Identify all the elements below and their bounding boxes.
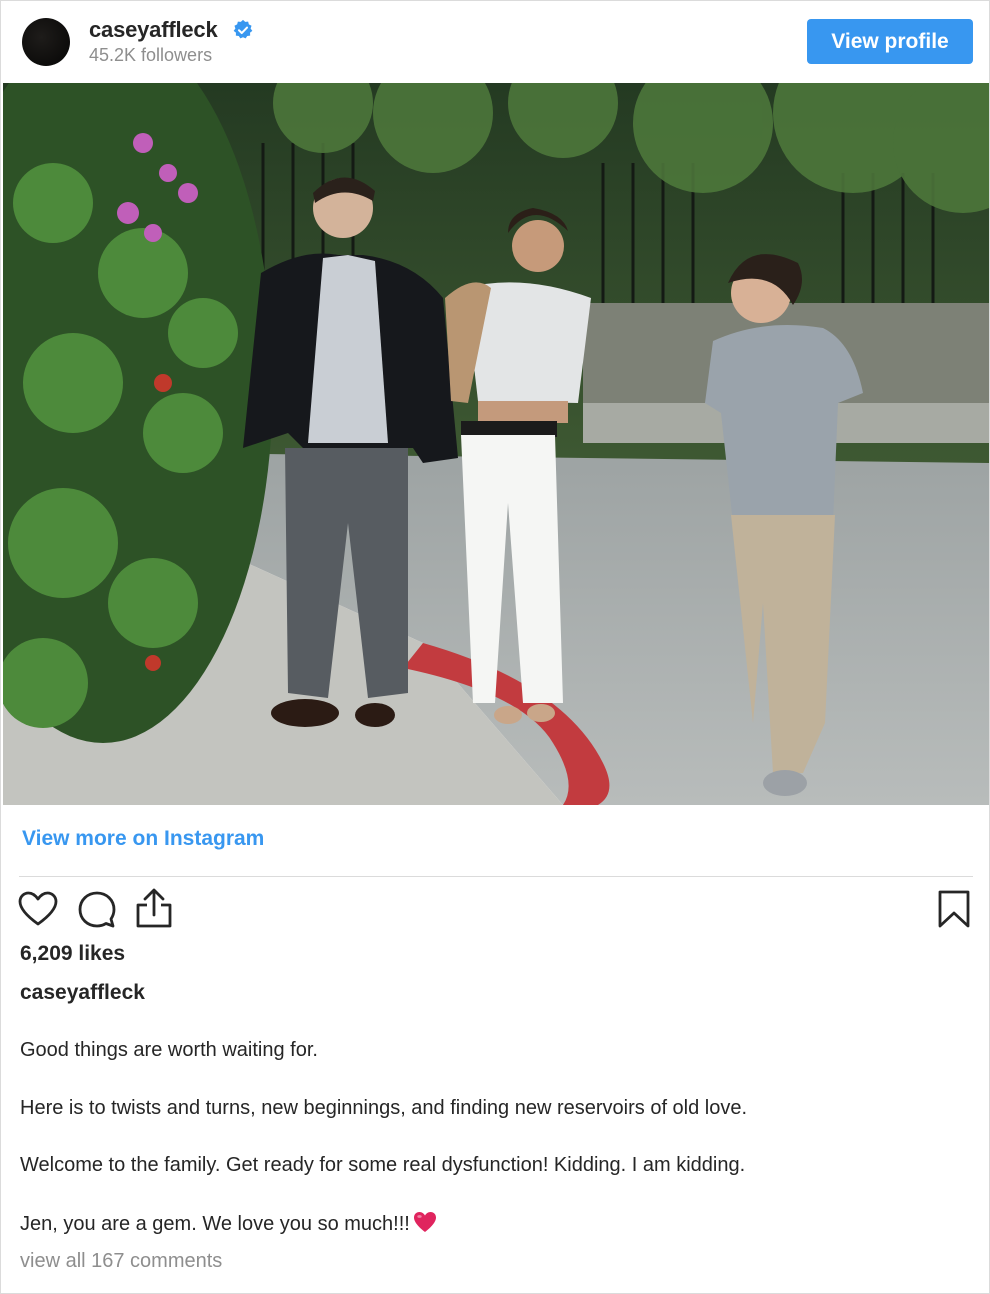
like-count[interactable]: 6,209 likes <box>20 942 125 966</box>
header-username[interactable]: caseyaffleck <box>89 17 218 43</box>
instagram-embed-card: caseyaffleck 45.2K followers View profil… <box>0 0 990 1294</box>
post-photo[interactable] <box>3 83 989 805</box>
share-icon[interactable] <box>135 887 173 929</box>
view-all-comments-link[interactable]: view all 167 comments <box>20 1250 222 1273</box>
bookmark-icon[interactable] <box>937 889 971 929</box>
follower-count: 45.2K followers <box>89 45 213 65</box>
caption-line-2: Here is to twists and turns, new beginni… <box>20 1097 748 1119</box>
caption-line-1: Good things are worth waiting for. <box>20 1039 318 1061</box>
divider <box>19 876 973 877</box>
red-heart-emoji-icon <box>413 1212 436 1232</box>
caption-username[interactable]: caseyaffleck <box>20 981 145 1005</box>
post-header: caseyaffleck 45.2K followers View profil… <box>1 1 989 83</box>
caption-line-3: Welcome to the family. Get ready for som… <box>20 1154 746 1176</box>
view-profile-button[interactable]: View profile <box>807 19 973 64</box>
verified-badge-icon <box>233 19 253 39</box>
view-more-on-instagram-link[interactable]: View more on Instagram <box>22 827 264 851</box>
avatar[interactable] <box>22 18 70 66</box>
comment-icon[interactable] <box>78 890 116 930</box>
post-image <box>3 83 989 805</box>
caption-line-4: Jen, you are a gem. We love you so much!… <box>20 1211 437 1236</box>
heart-icon[interactable] <box>18 891 58 927</box>
caption-line-4-text: Jen, you are a gem. We love you so much!… <box>20 1213 410 1235</box>
